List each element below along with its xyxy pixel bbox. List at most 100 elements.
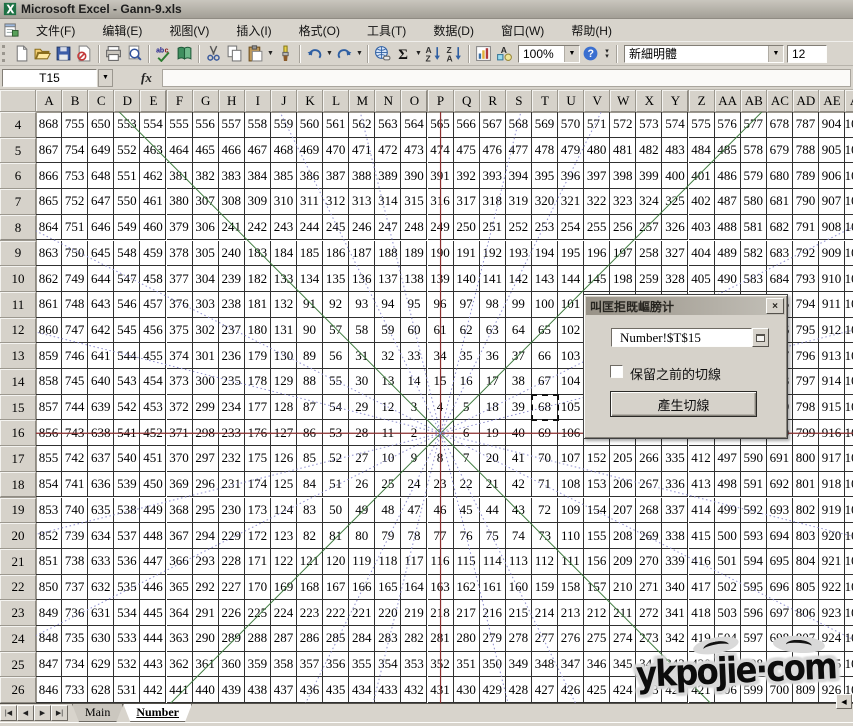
cell-N16[interactable]: 11 bbox=[375, 420, 401, 446]
cell-AB9[interactable]: 582 bbox=[741, 241, 767, 267]
cell-S6[interactable]: 394 bbox=[506, 163, 532, 189]
cell-O20[interactable]: 78 bbox=[401, 523, 427, 549]
cell-AD21[interactable]: 804 bbox=[793, 549, 819, 575]
cell-R14[interactable]: 17 bbox=[480, 369, 506, 395]
cell-P26[interactable]: 431 bbox=[428, 677, 454, 703]
open-folder-button[interactable] bbox=[32, 44, 53, 64]
cell-T13[interactable]: 66 bbox=[532, 343, 558, 369]
row-header-8[interactable]: 8 bbox=[0, 215, 36, 241]
cell-A8[interactable]: 864 bbox=[36, 215, 62, 241]
cell-C15[interactable]: 639 bbox=[88, 395, 114, 421]
row-header-18[interactable]: 18 bbox=[0, 472, 36, 498]
cell-Y26[interactable]: 422 bbox=[662, 677, 688, 703]
cell-O26[interactable]: 432 bbox=[401, 677, 427, 703]
copy-button[interactable] bbox=[224, 44, 245, 64]
chevron-down-icon[interactable]: ▼ bbox=[768, 46, 783, 62]
cell-T8[interactable]: 253 bbox=[532, 215, 558, 241]
cell-C9[interactable]: 645 bbox=[88, 241, 114, 267]
cell-Y19[interactable]: 337 bbox=[662, 498, 688, 524]
cell-E9[interactable]: 459 bbox=[140, 241, 166, 267]
previous-sheet-icon[interactable]: ◀ bbox=[17, 705, 34, 721]
cell-U10[interactable]: 144 bbox=[558, 266, 584, 292]
cell-E22[interactable]: 446 bbox=[140, 575, 166, 601]
cell-P12[interactable]: 61 bbox=[428, 318, 454, 344]
cell-AA8[interactable]: 488 bbox=[715, 215, 741, 241]
row-header-22[interactable]: 22 bbox=[0, 575, 36, 601]
cell-U9[interactable]: 195 bbox=[558, 241, 584, 267]
cell-X17[interactable]: 266 bbox=[636, 446, 662, 472]
cell-AD20[interactable]: 803 bbox=[793, 523, 819, 549]
cell-D21[interactable]: 536 bbox=[114, 549, 140, 575]
cell-O18[interactable]: 24 bbox=[401, 472, 427, 498]
cell-O17[interactable]: 9 bbox=[401, 446, 427, 472]
cell-T23[interactable]: 214 bbox=[532, 600, 558, 626]
collapse-dialog-icon[interactable] bbox=[752, 328, 769, 347]
cell-P10[interactable]: 139 bbox=[428, 266, 454, 292]
cell-F24[interactable]: 363 bbox=[167, 626, 193, 652]
cell-K24[interactable]: 286 bbox=[297, 626, 323, 652]
cell-G9[interactable]: 305 bbox=[193, 241, 219, 267]
cell-K12[interactable]: 90 bbox=[297, 318, 323, 344]
row-header-12[interactable]: 12 bbox=[0, 318, 36, 344]
hyperlink-button[interactable] bbox=[372, 44, 393, 64]
cell-N11[interactable]: 94 bbox=[375, 292, 401, 318]
cell-N24[interactable]: 283 bbox=[375, 626, 401, 652]
cell-A21[interactable]: 851 bbox=[36, 549, 62, 575]
dialog-title-bar[interactable]: 叫匡拒既嶇膀计 × bbox=[586, 297, 785, 315]
cell-M20[interactable]: 80 bbox=[349, 523, 375, 549]
cell-L24[interactable]: 285 bbox=[323, 626, 349, 652]
redo-dropdown-icon[interactable]: ▼ bbox=[355, 44, 364, 64]
cell-S15[interactable]: 39 bbox=[506, 395, 532, 421]
cell-AF16[interactable]: 1041 bbox=[845, 420, 853, 446]
cell-F17[interactable]: 370 bbox=[167, 446, 193, 472]
cell-A23[interactable]: 849 bbox=[36, 600, 62, 626]
close-icon[interactable]: × bbox=[766, 298, 784, 314]
column-header-AD[interactable]: AD bbox=[793, 90, 819, 112]
cell-AC23[interactable]: 697 bbox=[767, 600, 793, 626]
column-header-P[interactable]: P bbox=[428, 90, 454, 112]
cell-X20[interactable]: 269 bbox=[636, 523, 662, 549]
cell-H9[interactable]: 240 bbox=[219, 241, 245, 267]
row-header-7[interactable]: 7 bbox=[0, 189, 36, 215]
cell-I4[interactable]: 558 bbox=[245, 112, 271, 138]
cell-J20[interactable]: 123 bbox=[271, 523, 297, 549]
cell-AE5[interactable]: 905 bbox=[819, 138, 845, 164]
cell-K18[interactable]: 84 bbox=[297, 472, 323, 498]
cell-D7[interactable]: 550 bbox=[114, 189, 140, 215]
cell-AD13[interactable]: 796 bbox=[793, 343, 819, 369]
cell-F12[interactable]: 375 bbox=[167, 318, 193, 344]
cell-C13[interactable]: 641 bbox=[88, 343, 114, 369]
cell-V23[interactable]: 212 bbox=[584, 600, 610, 626]
cell-J26[interactable]: 437 bbox=[271, 677, 297, 703]
cell-U6[interactable]: 396 bbox=[558, 163, 584, 189]
cell-D4[interactable]: 553 bbox=[114, 112, 140, 138]
cell-Z19[interactable]: 414 bbox=[689, 498, 715, 524]
cell-D19[interactable]: 538 bbox=[114, 498, 140, 524]
cell-P6[interactable]: 391 bbox=[428, 163, 454, 189]
cell-C7[interactable]: 647 bbox=[88, 189, 114, 215]
cell-B7[interactable]: 752 bbox=[62, 189, 88, 215]
cell-T26[interactable]: 427 bbox=[532, 677, 558, 703]
cell-I24[interactable]: 288 bbox=[245, 626, 271, 652]
row-header-9[interactable]: 9 bbox=[0, 241, 36, 267]
cell-AD6[interactable]: 789 bbox=[793, 163, 819, 189]
cell-AB20[interactable]: 593 bbox=[741, 523, 767, 549]
cell-H7[interactable]: 308 bbox=[219, 189, 245, 215]
cell-AE16[interactable]: 916 bbox=[819, 420, 845, 446]
cell-C22[interactable]: 632 bbox=[88, 575, 114, 601]
column-header-AA[interactable]: AA bbox=[715, 90, 741, 112]
cell-M22[interactable]: 166 bbox=[349, 575, 375, 601]
cell-M15[interactable]: 29 bbox=[349, 395, 375, 421]
cell-AD24[interactable]: 807 bbox=[793, 626, 819, 652]
cell-N5[interactable]: 472 bbox=[375, 138, 401, 164]
cell-K8[interactable]: 244 bbox=[297, 215, 323, 241]
cell-AC24[interactable]: 698 bbox=[767, 626, 793, 652]
fx-icon[interactable]: fx bbox=[141, 70, 152, 86]
cell-P8[interactable]: 249 bbox=[428, 215, 454, 241]
cell-Q13[interactable]: 35 bbox=[454, 343, 480, 369]
row-header-4[interactable]: 4 bbox=[0, 112, 36, 138]
cell-G19[interactable]: 295 bbox=[193, 498, 219, 524]
cell-S11[interactable]: 99 bbox=[506, 292, 532, 318]
formula-input[interactable] bbox=[162, 69, 851, 87]
cell-E6[interactable]: 462 bbox=[140, 163, 166, 189]
